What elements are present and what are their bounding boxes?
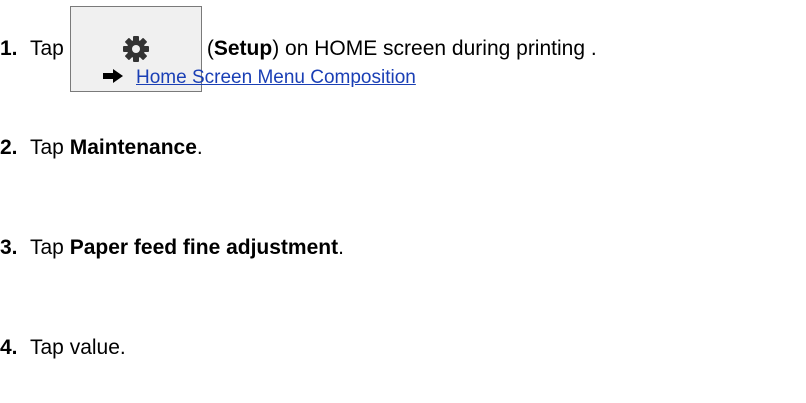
step-number: 2. <box>0 136 18 159</box>
paper-feed-fine-adjustment-label: Paper feed fine adjustment <box>69 236 339 259</box>
related-link: Home Screen Menu Composition <box>103 67 416 89</box>
paren-open: ( <box>206 37 214 60</box>
step-number: 1. <box>0 37 18 60</box>
setup-label: Setup <box>213 37 273 60</box>
arrow-right-icon <box>103 67 123 89</box>
step-text: Tap value. <box>30 336 126 359</box>
step-text: Tap <box>30 136 64 159</box>
home-screen-menu-composition-link[interactable]: Home Screen Menu Composition <box>136 67 416 89</box>
step-number: 4. <box>0 336 18 359</box>
step-text-after: . <box>338 236 344 259</box>
step-2: 2. Tap Maintenance. <box>0 136 203 160</box>
paren-close: ) <box>272 37 286 60</box>
gear-icon <box>122 36 149 62</box>
step-3: 3. Tap Paper feed fine adjustment. <box>0 236 344 260</box>
step-text: Tap <box>30 37 64 60</box>
step-text-after: on HOME screen during printing . <box>285 37 597 60</box>
maintenance-label: Maintenance <box>69 136 197 159</box>
step-4: 4. Tap value. <box>0 336 126 360</box>
step-text: Tap <box>30 236 64 259</box>
step-number: 3. <box>0 236 18 259</box>
step-text-after: . <box>196 136 203 159</box>
